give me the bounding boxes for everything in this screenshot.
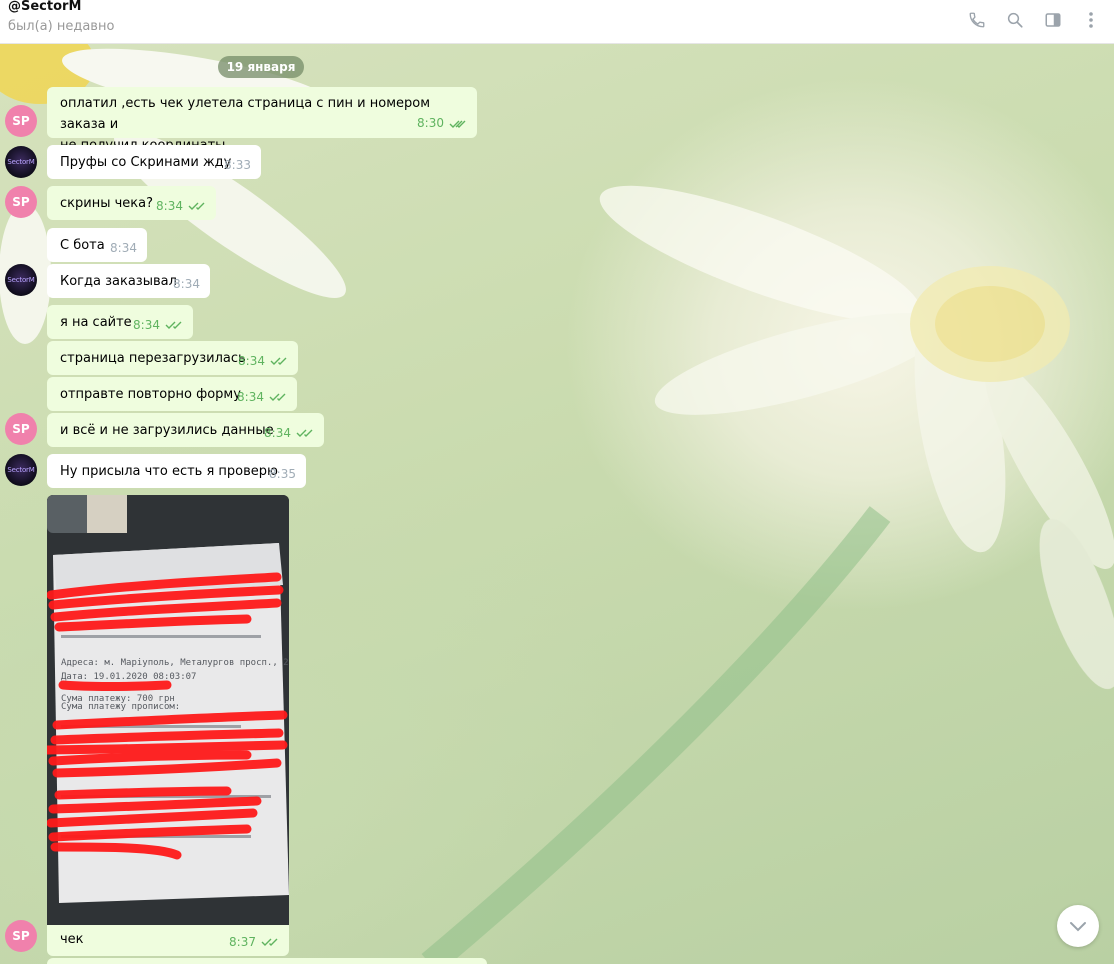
message-text: С бота bbox=[60, 238, 105, 253]
message-time: 8:34 bbox=[133, 315, 183, 335]
avatar-sp[interactable]: SP bbox=[5, 186, 37, 218]
message-bubble[interactable]: страница перезагрузилась 8:34 bbox=[47, 341, 298, 375]
chat-status: был(а) недавно bbox=[8, 19, 115, 34]
chat-title[interactable]: @SectorM bbox=[8, 0, 81, 14]
double-check-icon bbox=[188, 202, 205, 210]
avatar-sectorm-label: SectorM bbox=[7, 158, 35, 166]
message-time: 8:34 bbox=[264, 423, 314, 443]
chat-area[interactable]: 19 января SP SectorM SP SectorM SP Secto… bbox=[0, 44, 1114, 964]
message-time: 8:33 bbox=[224, 155, 251, 175]
message-bubble-partial[interactable] bbox=[47, 958, 487, 964]
chat-header: @SectorM был(а) недавно bbox=[0, 0, 1114, 44]
chevron-down-icon bbox=[1070, 922, 1086, 932]
avatar-sp[interactable]: SP bbox=[5, 105, 37, 137]
receipt-date: Дата: 19.01.2020 08:03:07 bbox=[61, 672, 196, 682]
receipt-address: Адреса: м. Маріуполь, Металургов просп.,… bbox=[61, 658, 289, 668]
message-text: чек bbox=[60, 932, 84, 947]
message-text: отправте повторно форму bbox=[60, 387, 241, 402]
message-time: 8:34 bbox=[110, 238, 137, 258]
time-label: 8:35 bbox=[269, 467, 296, 481]
message-bubble[interactable]: и всё и не загрузились данные 8:34 bbox=[47, 413, 324, 447]
message-bubble[interactable]: скрины чека? 8:34 bbox=[47, 186, 216, 220]
message-bubble[interactable]: С бота 8:34 bbox=[47, 228, 147, 262]
header-actions bbox=[964, 7, 1104, 33]
message-bubble[interactable]: чек 8:37 bbox=[47, 925, 289, 956]
double-check-icon bbox=[270, 357, 287, 365]
message-bubble[interactable]: Когда заказывал 8:34 bbox=[47, 264, 210, 298]
scroll-down-button[interactable] bbox=[1057, 905, 1099, 947]
receipt-photo[interactable]: Адреса: м. Маріуполь, Металургов просп.,… bbox=[47, 495, 289, 925]
message-text: скрины чека? bbox=[60, 196, 153, 211]
double-check-icon bbox=[165, 321, 182, 329]
time-label: 8:30 bbox=[417, 116, 444, 130]
message-time: 8:30 bbox=[417, 113, 467, 134]
double-check-icon bbox=[296, 429, 313, 437]
message-text: Ну присыла что есть я проверю bbox=[60, 464, 278, 479]
avatar-sectorm-label: SectorM bbox=[7, 466, 35, 474]
more-vertical-icon[interactable] bbox=[1078, 7, 1104, 33]
message-bubble[interactable]: я на сайте 8:34 bbox=[47, 305, 193, 339]
message-text: страница перезагрузилась bbox=[60, 351, 246, 366]
avatar-sectorm[interactable]: SectorM bbox=[5, 146, 37, 178]
time-label: 8:34 bbox=[156, 199, 183, 213]
receipt-commission: Сума платежу прописом: bbox=[61, 702, 180, 712]
message-bubble[interactable]: Пруфы со Скринами жду 8:33 bbox=[47, 145, 261, 179]
time-label: 8:33 bbox=[224, 158, 251, 172]
message-bubble[interactable]: Ну присыла что есть я проверю 8:35 bbox=[47, 454, 306, 488]
avatar-sectorm[interactable]: SectorM bbox=[5, 454, 37, 486]
sidebar-panel-icon[interactable] bbox=[1040, 7, 1066, 33]
phone-icon[interactable] bbox=[964, 7, 990, 33]
message-time: 8:34 bbox=[238, 351, 288, 371]
message-text: оплатил ,есть чек улетела страница с пин… bbox=[60, 96, 431, 132]
message-text: я на сайте bbox=[60, 315, 132, 330]
search-icon[interactable] bbox=[1002, 7, 1028, 33]
avatar-sp[interactable]: SP bbox=[5, 920, 37, 952]
message-time: 8:34 bbox=[173, 274, 200, 294]
message-time: 8:34 bbox=[156, 196, 206, 216]
time-label: 8:34 bbox=[133, 318, 160, 332]
message-time: 8:37 bbox=[229, 932, 279, 952]
double-check-icon bbox=[269, 393, 286, 401]
double-check-icon bbox=[261, 938, 278, 946]
message-bubble[interactable]: отправте повторно форму 8:34 bbox=[47, 377, 297, 411]
time-label: 8:34 bbox=[264, 426, 291, 440]
message-text: и всё и не загрузились данные bbox=[60, 423, 274, 438]
message-time: 8:34 bbox=[237, 387, 287, 407]
message-time: 8:35 bbox=[269, 464, 296, 484]
date-separator: 19 января bbox=[218, 56, 304, 78]
time-label: 8:34 bbox=[110, 241, 137, 255]
receipt-photo-image: Адреса: м. Маріуполь, Металургов просп.,… bbox=[47, 495, 289, 925]
avatar-sp[interactable]: SP bbox=[5, 413, 37, 445]
time-label: 8:34 bbox=[238, 354, 265, 368]
time-label: 8:37 bbox=[229, 935, 256, 949]
avatar-sectorm[interactable]: SectorM bbox=[5, 264, 37, 296]
message-text: Пруфы со Скринами жду bbox=[60, 155, 232, 170]
double-check-icon bbox=[449, 120, 466, 128]
time-label: 8:34 bbox=[237, 390, 264, 404]
time-label: 8:34 bbox=[173, 277, 200, 291]
message-bubble[interactable]: оплатил ,есть чек улетела страница с пин… bbox=[47, 87, 477, 153]
message-text: Когда заказывал bbox=[60, 274, 177, 289]
avatar-sectorm-label: SectorM bbox=[7, 276, 35, 284]
